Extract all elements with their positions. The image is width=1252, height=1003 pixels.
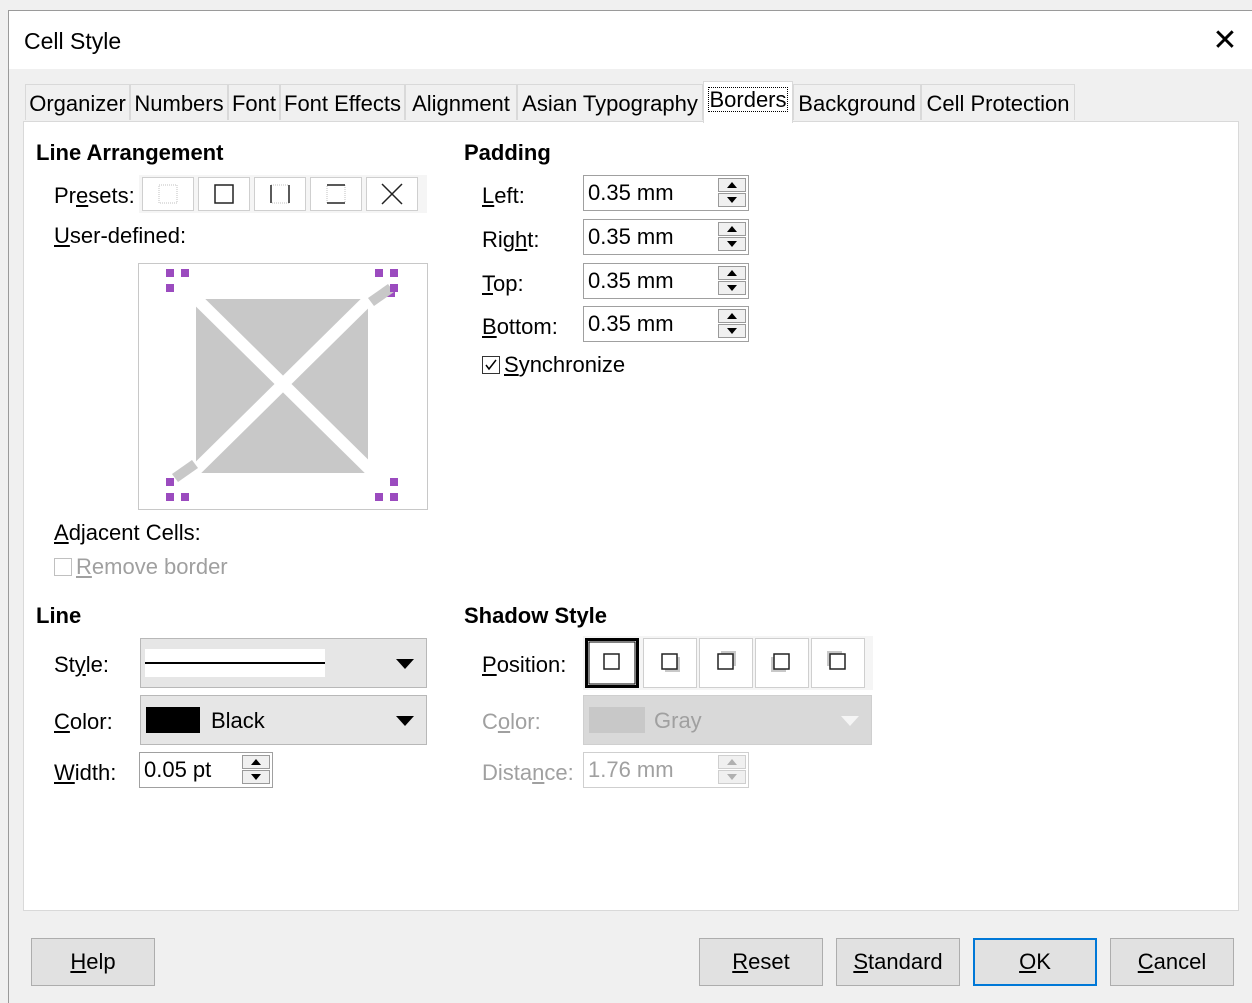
shadow-bottom-left-button[interactable] [755,638,809,688]
line-width-spinner[interactable] [242,755,270,785]
padding-top-spinner[interactable] [718,266,746,296]
tab-background[interactable]: Background [793,84,921,120]
line-header: Line [36,603,82,628]
tab-font[interactable]: Font [228,84,280,120]
line-width-field[interactable]: 0.05 pt [139,752,273,788]
padding-bottom-label: Bottom: [482,314,558,339]
presets-label: Presets: [54,183,135,208]
preset-diagonal-button[interactable] [366,177,418,211]
tab-cell-protection[interactable]: Cell Protection [921,84,1075,120]
cancel-button[interactable]: Cancel [1110,938,1234,986]
padding-top-label: Top: [482,271,524,296]
padding-left-field[interactable]: 0.35 mm [583,175,749,211]
shadow-position-label: Position: [482,652,567,677]
shadow-top-left-button[interactable] [811,638,865,688]
synchronize-checkbox-box[interactable] [482,356,500,374]
line-style-dropdown[interactable] [140,638,427,688]
tab-borders[interactable]: Borders [703,81,793,123]
preset-none-button[interactable] [142,177,194,211]
shadow-bottom-right-button[interactable] [643,638,697,688]
tab-alignment[interactable]: Alignment [405,84,517,120]
borders-panel: Line Arrangement Presets: User-defined: [23,121,1239,911]
line-color-swatch [146,707,200,733]
user-defined-label: User-defined: [54,223,187,248]
reset-button[interactable]: Reset [699,938,823,986]
dialog-title: Cell Style [24,28,122,54]
padding-bottom-spinner[interactable] [718,309,746,339]
shadow-color-swatch [589,707,645,733]
preset-top-bottom-button[interactable] [310,177,362,211]
user-defined-border-diagram[interactable] [138,263,428,510]
padding-right-label: Right: [482,227,540,252]
padding-header: Padding [464,140,551,165]
line-color-value: Black [211,708,265,733]
tab-font-effects[interactable]: Font Effects [280,84,405,120]
line-color-label: Color: [54,709,113,734]
line-width-label: Width: [54,760,117,785]
remove-border-checkbox-box[interactable] [54,558,72,576]
shadow-color-dropdown[interactable]: Gray [583,695,872,745]
padding-right-spinner[interactable] [718,222,746,252]
line-arrangement-header: Line Arrangement [36,140,224,165]
chevron-down-icon[interactable] [396,716,414,726]
help-button[interactable]: Help [31,938,155,986]
adjacent-cells-label: Adjacent Cells: [54,520,201,545]
line-style-label: Style: [54,652,110,677]
line-color-dropdown[interactable]: Black [140,695,427,745]
padding-top-field[interactable]: 0.35 mm [583,263,749,299]
padding-right-field[interactable]: 0.35 mm [583,219,749,255]
shadow-distance-field[interactable]: 1.76 mm [583,752,749,788]
shadow-none-button[interactable] [585,638,639,688]
synchronize-checkbox[interactable]: Synchronize [482,352,625,378]
shadow-top-right-button[interactable] [699,638,753,688]
preset-left-right-button[interactable] [254,177,306,211]
padding-bottom-field[interactable]: 0.35 mm [583,306,749,342]
close-icon[interactable]: ✕ [1203,23,1247,59]
cell-style-dialog: Cell Style ✕ Organizer Numbers Font Font… [8,10,1252,1003]
ok-button[interactable]: OK [973,938,1097,986]
tab-numbers[interactable]: Numbers [130,84,228,120]
standard-button[interactable]: Standard [836,938,960,986]
shadow-color-value: Gray [654,708,702,733]
chevron-down-icon[interactable] [841,716,859,726]
title-bar: Cell Style ✕ [9,11,1252,69]
preset-outer-border-button[interactable] [198,177,250,211]
tab-asian-typography[interactable]: Asian Typography [517,84,703,120]
shadow-style-header: Shadow Style [464,603,608,628]
tab-organizer[interactable]: Organizer [25,84,130,120]
shadow-color-label: Color: [482,709,541,734]
padding-left-label: Left: [482,183,525,208]
shadow-distance-spinner[interactable] [718,755,746,785]
chevron-down-icon[interactable] [396,659,414,669]
padding-left-spinner[interactable] [718,178,746,208]
remove-border-checkbox[interactable]: Remove border [54,554,228,580]
line-style-preview [145,649,325,677]
shadow-distance-label: Distance: [482,760,574,785]
